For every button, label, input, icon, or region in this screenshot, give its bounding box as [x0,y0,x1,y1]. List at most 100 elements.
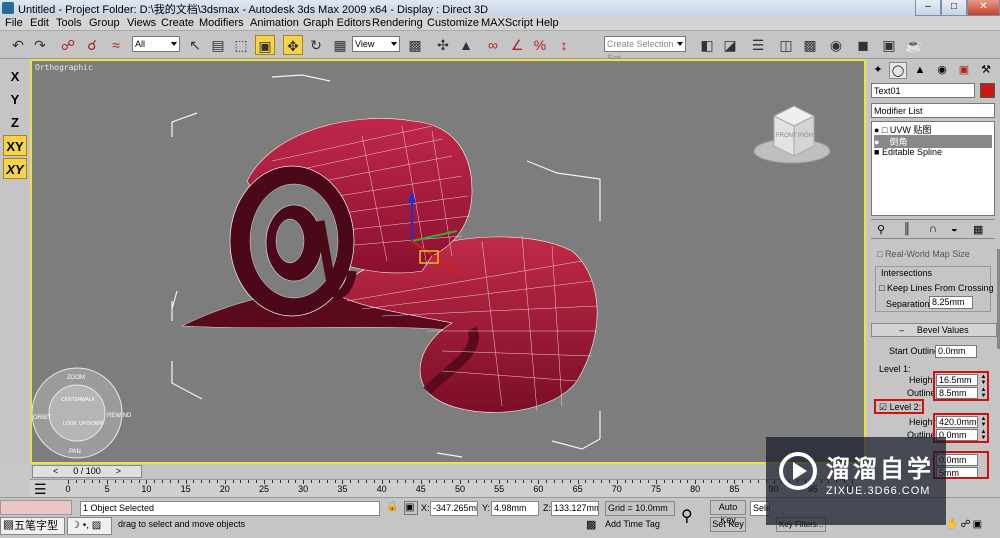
pivot-center-icon[interactable]: ▩ [405,35,425,55]
axis-z-button[interactable]: Z [3,112,27,133]
spinner-snap-icon[interactable]: ↕ [554,35,574,55]
menu-create[interactable]: Create [161,17,194,29]
mirror-icon[interactable]: ◧ [697,35,717,55]
show-end-result-icon[interactable]: ║ [903,223,911,235]
hierarchy-tab-icon[interactable]: ▲ [911,62,929,79]
wheel-walk[interactable]: WALK [81,397,96,403]
select-and-move-icon[interactable]: ✥ [283,35,303,55]
named-selection-sets-dropdown[interactable]: Create Selection Set [604,36,686,63]
utilities-tab-icon[interactable]: ⚒ [977,62,995,79]
modify-tab-icon[interactable]: ◯ [889,62,907,79]
create-tab-icon[interactable]: ✦ [869,62,887,79]
layer-manager-icon[interactable]: ☰ [748,35,768,55]
axis-xy-dropdown-button[interactable]: XY [3,158,27,179]
menu-customize[interactable]: Customize [427,17,479,29]
minimize-button[interactable]: – [915,0,941,16]
level2-height-spinner[interactable]: ▲ ▼ [980,416,987,429]
wheel-center[interactable]: CENTER [61,397,82,403]
level2-outline-spinner[interactable]: ▲ ▼ [980,429,987,442]
align-icon[interactable]: ◪ [720,35,740,55]
undo-icon[interactable]: ↶ [8,35,28,55]
redo-icon[interactable]: ↷ [30,35,50,55]
maximize-button[interactable]: □ [941,0,967,16]
keep-lines-checkbox[interactable]: □ Keep Lines From Crossing [879,283,993,293]
select-and-scale-icon[interactable]: ▦ [330,35,350,55]
axis-xy-button[interactable]: XY [3,135,27,156]
menu-modifiers[interactable]: Modifiers [199,17,244,29]
curve-editor-icon[interactable]: ◫ [776,35,796,55]
track-bar-toggle-icon[interactable]: ☰ [34,481,47,498]
absolute-mode-icon[interactable]: ▣ [404,501,418,515]
object-name-field[interactable]: Text01 [871,83,975,98]
axis-y-button[interactable]: Y [3,89,27,110]
viewport-orthographic[interactable]: Orthographic FRONT RIGHT ZOOM ORBIT CENT… [30,59,866,464]
select-object-icon[interactable]: ↖ [185,35,205,55]
key-icon[interactable]: ⚲ [681,506,705,526]
render-setup-icon[interactable]: ◼ [853,35,873,55]
axis-x-button[interactable]: X [3,66,27,87]
menu-rendering[interactable]: Rendering [372,17,423,29]
lock-selection-icon[interactable]: 🔒 [386,501,400,515]
menu-group[interactable]: Group [89,17,120,29]
configure-sets-icon[interactable]: ▦ [973,223,983,236]
start-outline-field[interactable]: 0.0mm [935,345,977,358]
reference-coordinate-dropdown[interactable]: View [352,36,400,52]
quick-render-icon[interactable]: ☕ [904,35,924,55]
selection-filter-dropdown[interactable]: All [132,36,180,52]
keyboard-shortcut-override-icon[interactable]: ▲ [456,35,476,55]
auto-key-button[interactable]: Auto Key [710,500,746,525]
angle-snap-icon[interactable]: ∠ [507,35,527,55]
wheel-orbit[interactable]: ORBIT [33,415,52,421]
remove-modifier-icon[interactable]: ◒ [951,223,958,235]
level1-height-spinner[interactable]: ▲ ▼ [980,374,987,387]
close-button[interactable]: ✕ [967,0,1000,16]
separation-field[interactable]: 8.25mm [929,296,973,309]
window-crossing-icon[interactable]: ▣ [255,35,275,55]
track-bar[interactable]: 0510152025303540455055606570758085909510… [30,479,866,497]
select-and-link-icon[interactable]: ☍ [58,35,78,55]
viewcube-right-label[interactable]: RIGHT [798,133,817,139]
menu-help[interactable]: Help [536,17,559,29]
modifier-list-dropdown[interactable]: Modifier List [871,103,995,118]
percent-snap-icon[interactable]: % [530,35,550,55]
select-by-name-icon[interactable]: ▤ [208,35,228,55]
menu-views[interactable]: Views [127,17,156,29]
wheel-look[interactable]: LOOK [63,421,78,427]
rectangular-selection-icon[interactable]: ⬚ [231,35,251,55]
stack-item-editable-spline[interactable]: ■ Editable Spline [874,147,992,157]
motion-tab-icon[interactable]: ◉ [933,62,951,79]
menu-maxscript[interactable]: MAXScript [481,17,533,29]
object-color-swatch[interactable] [980,83,995,98]
material-editor-icon[interactable]: ◉ [826,35,846,55]
viewport-navigation-icons[interactable]: ✋☍▣ [946,517,1000,535]
schematic-view-icon[interactable]: ▩ [800,35,820,55]
make-unique-icon[interactable]: ∩ [929,223,937,235]
level1-outline-spinner[interactable]: ▲ ▼ [980,387,987,400]
bind-to-space-warp-icon[interactable]: ≈ [106,35,126,55]
menu-edit[interactable]: Edit [30,17,49,29]
display-tab-icon[interactable]: ▣ [955,62,973,79]
maxscript-listener[interactable] [0,500,72,515]
pin-stack-icon[interactable]: ⚲ [877,223,885,236]
unlink-icon[interactable]: ☌ [82,35,102,55]
z-coordinate-field[interactable]: 133.127mm [551,501,599,516]
set-key-button[interactable]: Set Key [710,517,746,532]
viewcube-front-label[interactable]: FRONT [776,133,797,139]
time-tag-icon[interactable]: ▩ [586,518,602,533]
menu-tools[interactable]: Tools [56,17,82,29]
wheel-zoom[interactable]: ZOOM [67,375,85,381]
wheel-updown[interactable]: UP/DOWN [79,421,104,427]
time-slider[interactable]: < 0 / 100 > [30,464,866,479]
real-world-checkbox[interactable]: □ Real-World Map Size [877,249,970,259]
select-and-manipulate-icon[interactable]: ✣ [433,35,453,55]
wheel-pan[interactable]: PAN [69,449,81,455]
menu-file[interactable]: File [5,17,23,29]
app-icon[interactable] [2,2,14,14]
bevel-values-rollout[interactable]: – Bevel Values [871,323,997,337]
y-coordinate-field[interactable]: 4.98mm [491,501,539,516]
x-coordinate-field[interactable]: -347.265mi [430,501,478,516]
select-and-rotate-icon[interactable]: ↻ [306,35,326,55]
menu-graph-editors[interactable]: Graph Editors [303,17,371,29]
ime-bar[interactable]: ▩五笔字型 [0,517,65,535]
menu-animation[interactable]: Animation [250,17,299,29]
